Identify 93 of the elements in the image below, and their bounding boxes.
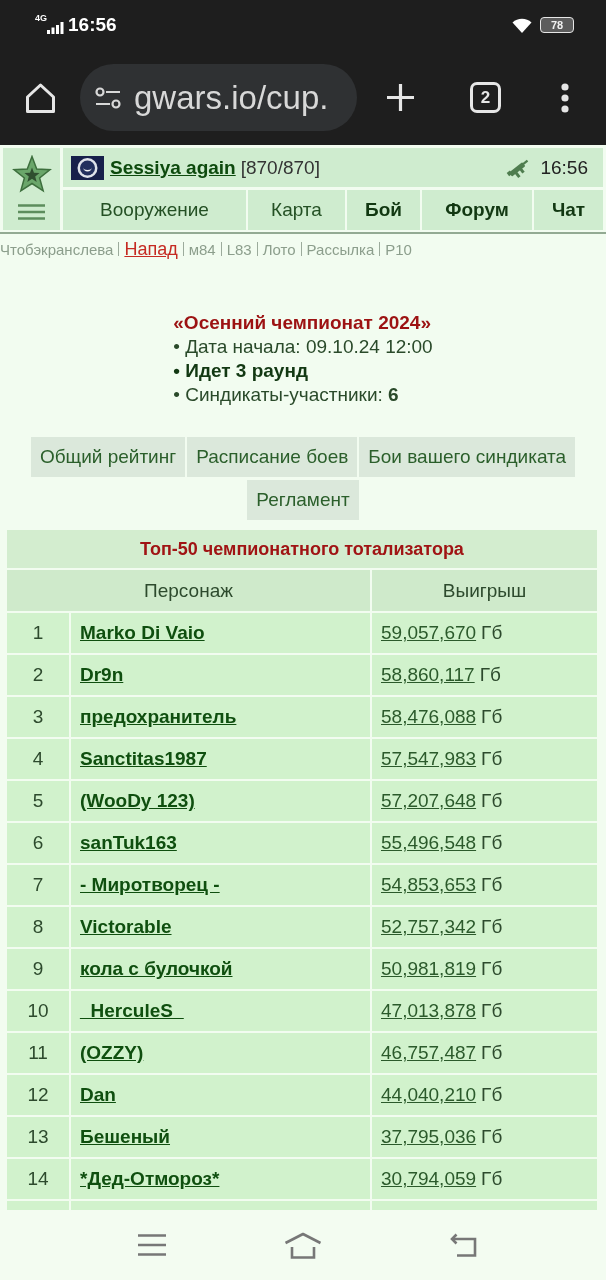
player-link[interactable]: (WooDy 123) — [80, 790, 195, 812]
health-text: [870/870] — [240, 156, 320, 179]
currency-label: Гб — [481, 916, 503, 938]
table-cell: 12 — [7, 1075, 69, 1115]
table-cell: 10 — [7, 991, 69, 1031]
quick-link[interactable]: Напад — [124, 238, 178, 260]
player-name-link[interactable]: Sessiya again — [110, 156, 236, 179]
player-link[interactable]: *Дед-Отмороз* — [80, 1168, 220, 1190]
currency-label: Гб — [481, 748, 503, 770]
winnings-link[interactable]: 54,853,653 — [381, 874, 477, 896]
winnings-link[interactable]: 46,757,487 — [381, 1042, 477, 1064]
currency-label: Гб — [481, 790, 503, 812]
player-link[interactable]: Victorable — [80, 916, 172, 938]
table-cell: 11 — [7, 1033, 69, 1073]
championship-title: «Осенний чемпионат 2024» — [173, 311, 432, 335]
wifi-icon — [512, 17, 532, 33]
emblem-icon — [71, 155, 104, 180]
menu-icon[interactable] — [138, 1234, 166, 1256]
table-cell: 6 — [7, 823, 69, 863]
player-link[interactable]: Marko Di Vaio — [80, 622, 205, 644]
player-link[interactable]: sanTuk163 — [80, 832, 177, 854]
currency-label: Гб — [481, 874, 503, 896]
currency-label: Гб — [481, 1084, 503, 1106]
table-cell: 13 — [7, 1117, 69, 1157]
winnings-link[interactable]: 52,757,342 — [381, 916, 477, 938]
winnings-link[interactable]: 55,496,548 — [381, 832, 477, 854]
nav-tab[interactable]: Форум — [422, 190, 532, 230]
star-logo-icon[interactable] — [11, 155, 52, 193]
championship-fact: • Идет 3 раунд — [173, 359, 309, 383]
winnings-link[interactable]: 44,040,210 — [381, 1084, 477, 1106]
currency-label: Гб — [481, 1126, 503, 1148]
network-type-label: 4G — [35, 13, 47, 23]
nav-tab[interactable]: Вооружение — [63, 190, 246, 230]
table-cell: 3 — [7, 697, 69, 737]
table-title: Топ-50 чемпионатного тотализатора — [7, 530, 597, 568]
player-link[interactable]: (OZZY) — [80, 1042, 144, 1064]
currency-label: Гб — [481, 958, 503, 980]
table-cell: 14 — [7, 1159, 69, 1199]
winnings-link[interactable]: 37,795,036 — [381, 1126, 477, 1148]
winnings-link[interactable]: 57,207,648 — [381, 790, 477, 812]
player-link[interactable]: - Миротворец - — [80, 874, 220, 896]
player-link[interactable]: _HerculeS_ — [80, 1000, 184, 1022]
player-link[interactable]: Dr9n — [80, 664, 124, 686]
back-icon[interactable] — [449, 1233, 477, 1257]
table-cell: 4 — [7, 739, 69, 779]
nav-tab[interactable]: Чат — [534, 190, 603, 230]
winnings-link[interactable]: 47,013,878 — [381, 1000, 477, 1022]
championship-fact: • Дата начала: 09.10.24 12:00 — [173, 335, 433, 359]
menu-icon[interactable] — [18, 204, 45, 220]
winnings-link[interactable]: 58,860,117 — [381, 664, 475, 686]
table-cell: 8 — [7, 907, 69, 947]
currency-label: Гб — [481, 1000, 503, 1022]
menu-button[interactable]: Расписание боев — [187, 437, 358, 477]
winnings-link[interactable]: 59,057,670 — [381, 622, 477, 644]
championship-fact: • Синдикаты-участники: 6 — [173, 383, 400, 407]
server-time: 16:56 — [540, 156, 588, 179]
signal-icon — [47, 22, 64, 34]
player-link[interactable]: предохранитель — [80, 706, 237, 728]
home-icon[interactable] — [25, 81, 56, 114]
table-cell: 7 — [7, 865, 69, 905]
table-cell: 5 — [7, 781, 69, 821]
menu-button[interactable]: Регламент — [247, 480, 359, 520]
player-link[interactable]: Dan — [80, 1084, 116, 1106]
currency-label: Гб — [481, 832, 503, 854]
winnings-link[interactable]: 57,547,983 — [381, 748, 477, 770]
menu-button[interactable]: Бои вашего синдиката — [359, 437, 576, 477]
column-header: Выигрыш — [372, 570, 597, 611]
column-header: Персонаж — [7, 570, 370, 611]
address-bar[interactable]: gwars.io/cup. — [80, 64, 357, 131]
table-cell — [7, 1201, 69, 1210]
site-settings-icon[interactable] — [95, 86, 121, 109]
clock-time: 16:56 — [68, 14, 117, 36]
battery-indicator: 78 — [540, 17, 574, 33]
player-link[interactable]: Sanctitas1987 — [80, 748, 207, 770]
tab-switcher-button[interactable]: 2 — [470, 82, 501, 113]
player-link[interactable]: Бешеный — [80, 1126, 170, 1148]
table-cell: 1 — [7, 613, 69, 653]
table-cell: 2 — [7, 655, 69, 695]
currency-label: Гб — [481, 1168, 503, 1190]
currency-label: Гб — [481, 1042, 503, 1064]
nav-tab[interactable]: Бой — [347, 190, 420, 230]
menu-button[interactable]: Общий рейтинг — [30, 437, 186, 477]
table-cell: 9 — [7, 949, 69, 989]
winnings-link[interactable]: 50,981,819 — [381, 958, 477, 980]
winnings-link[interactable]: 30,794,059 — [381, 1168, 477, 1190]
winnings-link[interactable]: 58,476,088 — [381, 706, 477, 728]
currency-label: Гб — [481, 706, 503, 728]
currency-label: Гб — [479, 664, 501, 686]
plus-icon[interactable] — [387, 84, 414, 111]
player-link[interactable]: кола с булочкой — [80, 958, 233, 980]
currency-label: Гб — [481, 622, 503, 644]
more-options-icon[interactable] — [560, 82, 570, 113]
nav-tab[interactable]: Карта — [248, 190, 345, 230]
